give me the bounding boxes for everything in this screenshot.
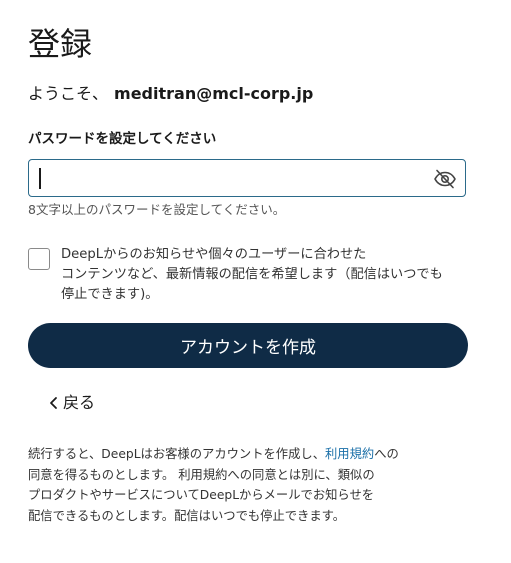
create-account-button[interactable]: アカウントを作成	[28, 323, 468, 368]
opt-in-line: コンテンツなど、最新情報の配信を希望します（配信はいつでも	[61, 267, 443, 282]
terms-link[interactable]: 利用規約	[325, 447, 374, 461]
opt-in-line: DeepLからのお知らせや個々のユーザーに合わせた	[61, 247, 367, 262]
legal-line: 配信できるものとします。配信はいつでも停止できます。	[28, 508, 346, 523]
legal-line: 続行すると、DeepLはお客様のアカウントを作成し、利用規約への	[28, 444, 468, 465]
welcome-message: ようこそ、 meditran@mcl-corp.jp	[28, 83, 313, 105]
marketing-opt-in-checkbox[interactable]	[28, 248, 50, 270]
marketing-opt-in-label: DeepLからのお知らせや個々のユーザーに合わせた コンテンツなど、最新情報の配…	[61, 245, 471, 305]
password-input[interactable]	[43, 160, 423, 196]
back-link[interactable]: 戻る	[48, 392, 95, 414]
eye-slash-icon[interactable]	[433, 167, 457, 191]
legal-line: プロダクトやサービスについてDeepLからメールでお知らせを	[28, 488, 375, 502]
opt-in-line: 停止できます)。	[61, 287, 159, 302]
password-field-container	[28, 159, 466, 197]
legal-line: 同意を得るものとします。 利用規約への同意とは別に、類似の	[28, 467, 375, 482]
password-hint: 8文字以上のパスワードを設定してください。	[28, 202, 286, 217]
user-email: meditran@mcl-corp.jp	[114, 84, 314, 103]
text-cursor	[39, 168, 41, 189]
back-label: 戻る	[63, 393, 96, 412]
legal-text: への	[374, 447, 399, 461]
welcome-greeting: ようこそ、	[28, 84, 109, 103]
legal-text: 続行すると、DeepLはお客様のアカウントを作成し、	[28, 447, 325, 461]
password-label: パスワードを設定してください	[28, 131, 217, 147]
page-title: 登録	[28, 25, 93, 63]
chevron-left-icon	[50, 397, 57, 409]
legal-notice: 続行すると、DeepLはお客様のアカウントを作成し、利用規約への 同意を得るもの…	[28, 444, 468, 526]
